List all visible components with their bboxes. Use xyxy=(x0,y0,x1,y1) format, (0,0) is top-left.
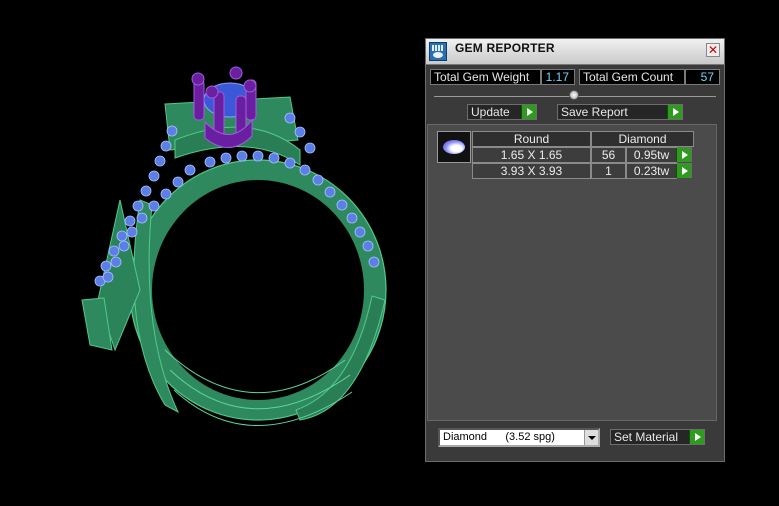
play-arrow-icon xyxy=(676,148,691,162)
save-report-button-label: Save Report xyxy=(561,105,628,119)
ring-model-render xyxy=(81,66,387,426)
round-gem-icon[interactable] xyxy=(437,131,471,163)
row-count: 1 xyxy=(591,163,626,179)
play-arrow-icon xyxy=(689,430,704,444)
set-material-button-label: Set Material xyxy=(614,430,679,444)
row-size: 1.65 X 1.65 xyxy=(472,147,591,163)
total-gem-count-label: Total Gem Count xyxy=(579,69,685,85)
close-icon[interactable]: ✕ xyxy=(706,43,720,57)
panel-title: GEM REPORTER xyxy=(455,41,555,55)
row-weight: 0.23tw xyxy=(626,163,677,179)
material-dropdown[interactable]: Diamond (3.52 spg) xyxy=(438,428,600,447)
row-detail-button[interactable] xyxy=(676,163,692,178)
splitter-handle[interactable] xyxy=(569,90,579,100)
set-material-button[interactable]: Set Material xyxy=(610,429,705,445)
panel-titlebar[interactable]: GEM REPORTER ✕ xyxy=(426,39,724,65)
chevron-down-icon[interactable] xyxy=(584,430,598,445)
row-count: 56 xyxy=(591,147,626,163)
row-detail-button[interactable] xyxy=(676,147,692,162)
play-arrow-icon xyxy=(667,105,682,119)
gem-list: Round Diamond 1.65 X 1.65 56 0.95tw 3.93… xyxy=(427,124,717,421)
total-gem-weight-label: Total Gem Weight xyxy=(430,69,541,85)
play-arrow-icon xyxy=(676,164,691,178)
update-button[interactable]: Update xyxy=(467,104,537,120)
3d-viewport[interactable] xyxy=(0,0,420,501)
save-report-button[interactable]: Save Report xyxy=(557,104,683,120)
play-arrow-icon xyxy=(521,105,536,119)
column-header-material: Diamond xyxy=(591,131,694,147)
material-dropdown-value: Diamond (3.52 spg) xyxy=(443,431,555,443)
row-size: 3.93 X 3.93 xyxy=(472,163,591,179)
update-button-label: Update xyxy=(471,105,510,119)
total-gem-weight-value: 1.17 xyxy=(541,69,575,85)
total-gem-count-value: 57 xyxy=(685,69,720,85)
gem-reporter-panel: GEM REPORTER ✕ Total Gem Weight 1.17 Tot… xyxy=(425,38,725,462)
column-header-shape: Round xyxy=(472,131,591,147)
gem-reporter-icon xyxy=(429,42,447,61)
row-weight: 0.95tw xyxy=(626,147,677,163)
